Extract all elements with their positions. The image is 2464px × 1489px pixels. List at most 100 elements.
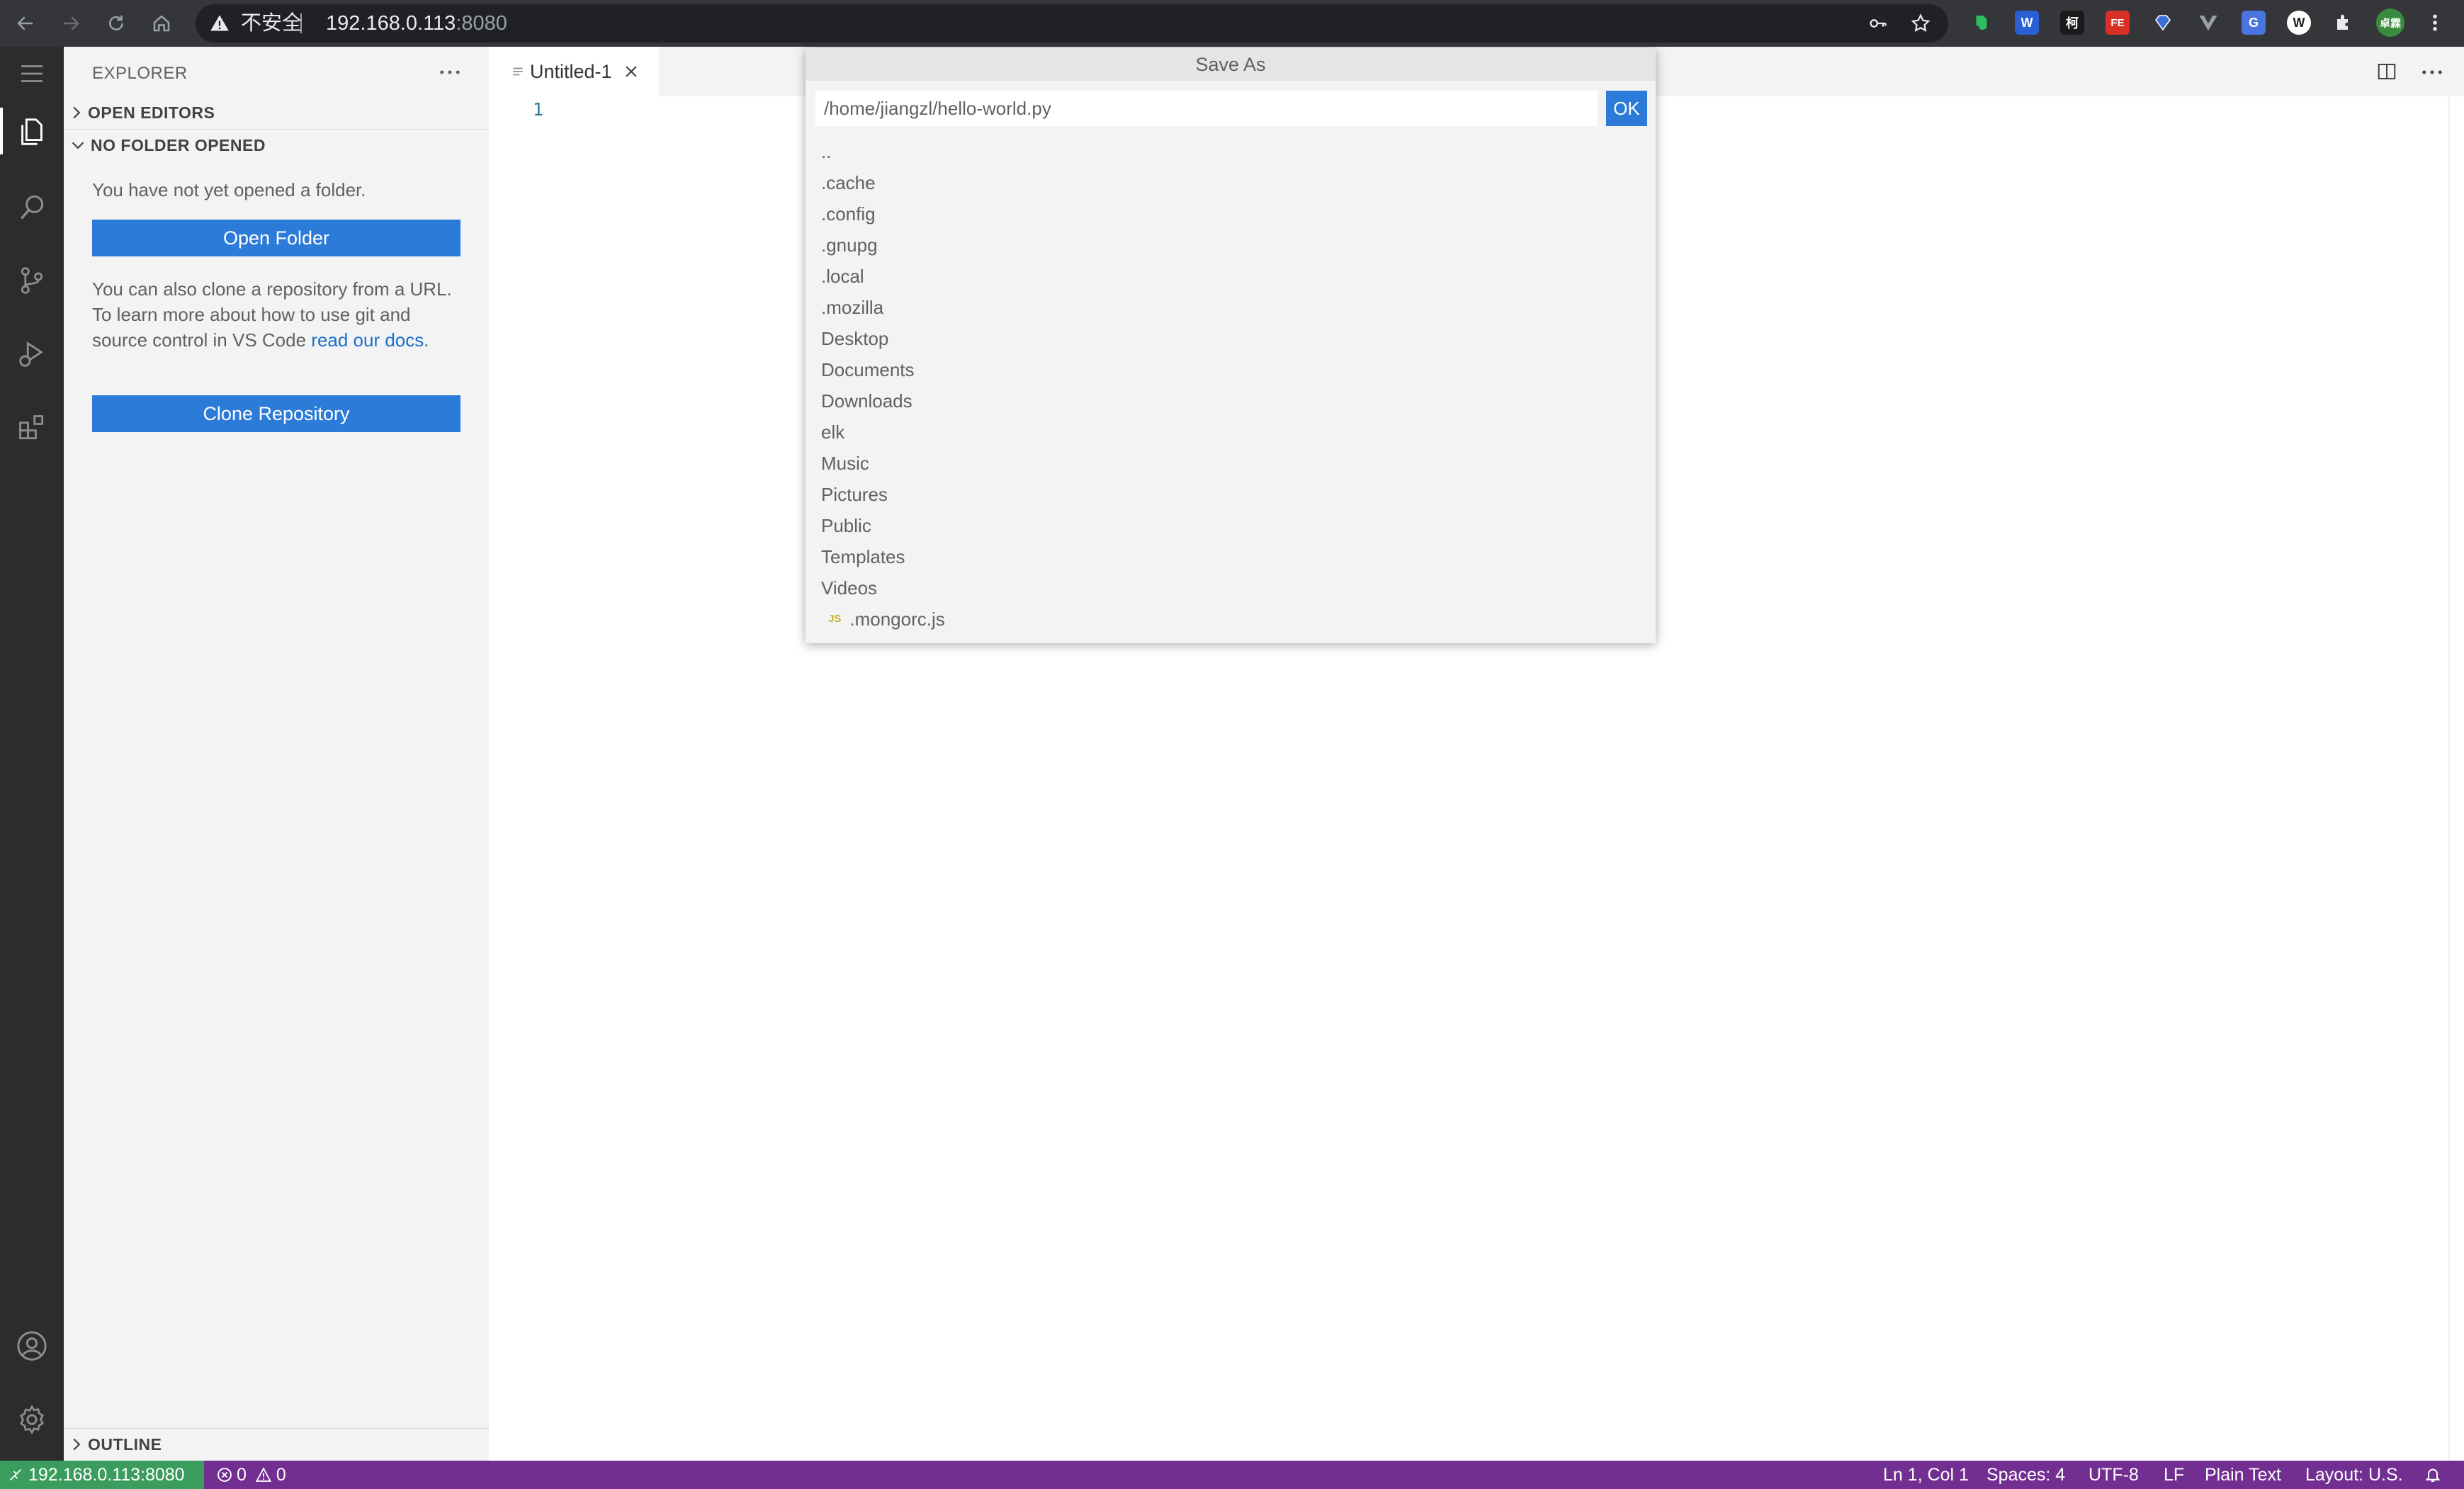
split-editor-icon[interactable]: [2376, 61, 2397, 82]
path-input[interactable]: [815, 91, 1598, 126]
clone-description: You can also clone a repository from a U…: [92, 278, 452, 351]
extension-wappalyzer-icon[interactable]: W: [2287, 11, 2311, 35]
cursor-position[interactable]: Ln 1, Col 1: [1883, 1461, 1969, 1489]
warning-count: 0: [276, 1465, 286, 1485]
sidebar-title: EXPLORER: [92, 64, 188, 83]
reload-button[interactable]: [99, 6, 133, 40]
chevron-right-icon: [73, 106, 81, 119]
status-bar: 192.168.0.113:8080 0 0 Ln 1, Col 1 Space…: [0, 1461, 2464, 1489]
activity-bar: [0, 47, 64, 1461]
list-item[interactable]: .local: [806, 261, 1656, 292]
section-label: NO FOLDER OPENED: [91, 135, 266, 154]
open-folder-button[interactable]: Open Folder: [92, 220, 460, 256]
list-item[interactable]: Pictures: [806, 479, 1656, 510]
scrollbar[interactable]: [2448, 96, 2450, 1461]
list-item[interactable]: .config: [806, 198, 1656, 230]
search-icon[interactable]: [11, 186, 53, 228]
dialog-title: Save As: [806, 48, 1656, 81]
divider: [300, 13, 302, 33]
run-debug-icon[interactable]: [11, 333, 53, 375]
home-icon: [153, 15, 170, 32]
file-name: .mongorc.js: [849, 608, 945, 630]
section-label: OPEN EDITORS: [88, 103, 215, 122]
explorer-files-icon[interactable]: [11, 111, 53, 153]
remote-label: 192.168.0.113:8080: [28, 1464, 185, 1485]
editor-more-icon[interactable]: [2421, 65, 2443, 79]
menu-icon[interactable]: [11, 52, 53, 95]
chevron-right-icon: [73, 1438, 81, 1451]
extension-translate-icon[interactable]: G: [2242, 11, 2266, 35]
more-actions-icon[interactable]: [439, 65, 460, 79]
js-file-icon: JS: [828, 613, 842, 625]
settings-gear-icon[interactable]: [11, 1398, 53, 1441]
arrow-right-icon: [64, 16, 79, 30]
forward-button[interactable]: [54, 6, 88, 40]
list-item[interactable]: Downloads: [806, 385, 1656, 417]
list-item[interactable]: .cache: [806, 167, 1656, 198]
line-number: 1: [533, 99, 544, 120]
list-item[interactable]: Videos: [806, 572, 1656, 604]
read-docs-link[interactable]: read our docs: [311, 329, 424, 351]
encoding[interactable]: UTF-8: [2089, 1461, 2139, 1489]
home-button[interactable]: [145, 6, 179, 40]
url-host: 192.168.0.113: [326, 12, 456, 35]
tab-untitled-1[interactable]: Untitled-1: [489, 47, 659, 96]
list-item[interactable]: .mozilla: [806, 292, 1656, 323]
extension-evernote-icon[interactable]: [1969, 11, 1994, 35]
remote-indicator[interactable]: 192.168.0.113:8080: [0, 1461, 204, 1489]
back-button[interactable]: [9, 6, 43, 40]
section-label: OUTLINE: [88, 1434, 162, 1454]
error-icon: [217, 1468, 232, 1482]
section-no-folder[interactable]: NO FOLDER OPENED: [64, 129, 489, 162]
list-item[interactable]: ..: [806, 136, 1656, 167]
extension-word-icon[interactable]: W: [2015, 11, 2039, 35]
save-as-dialog: Save As OK .. .cache .config .gnupg .loc…: [806, 48, 1656, 643]
security-label[interactable]: 不安全: [241, 4, 303, 43]
list-item-js-file[interactable]: JS .mongorc.js: [806, 604, 1656, 635]
clone-repository-button[interactable]: Clone Repository: [92, 395, 460, 432]
section-outline[interactable]: OUTLINE: [64, 1429, 489, 1460]
list-item[interactable]: Documents: [806, 354, 1656, 385]
arrow-left-icon: [17, 16, 33, 30]
list-item[interactable]: .gnupg: [806, 230, 1656, 261]
extension-fe-icon[interactable]: FE: [2106, 11, 2130, 35]
tab-label: Untitled-1: [530, 60, 612, 82]
extension-gem-icon[interactable]: [2151, 11, 2175, 35]
profile-avatar[interactable]: 卓霖: [2376, 9, 2404, 37]
url-port: :8080: [456, 12, 507, 35]
close-icon[interactable]: [623, 64, 639, 79]
source-control-icon[interactable]: [11, 259, 53, 302]
url-text[interactable]: 192.168.0.113:8080: [326, 4, 507, 43]
text-file-icon: [513, 67, 523, 76]
language-mode[interactable]: Plain Text: [2205, 1461, 2281, 1489]
section-open-editors[interactable]: OPEN EDITORS: [64, 96, 489, 129]
list-item[interactable]: Public: [806, 510, 1656, 541]
list-item[interactable]: Templates: [806, 541, 1656, 572]
active-indicator: [0, 108, 3, 154]
no-folder-message: You have not yet opened a folder.: [92, 179, 366, 200]
ok-button[interactable]: OK: [1606, 91, 1647, 126]
account-icon[interactable]: [11, 1325, 53, 1367]
notifications-bell-icon[interactable]: [2424, 1461, 2441, 1489]
indentation[interactable]: Spaces: 4: [1987, 1461, 2065, 1489]
browser-menu-icon[interactable]: [2423, 11, 2447, 35]
star-icon[interactable]: [1910, 13, 1931, 34]
list-item[interactable]: Desktop: [806, 323, 1656, 354]
reload-icon: [109, 15, 123, 30]
keyboard-layout[interactable]: Layout: U.S.: [2305, 1461, 2403, 1489]
key-icon[interactable]: [1867, 13, 1889, 33]
extensions-icon[interactable]: [11, 407, 53, 449]
error-count: 0: [237, 1465, 247, 1485]
warning-icon: [255, 1467, 272, 1482]
chevron-down-icon: [72, 142, 84, 149]
list-item[interactable]: elk: [806, 417, 1656, 448]
extension-ke-icon[interactable]: 柯: [2060, 11, 2084, 35]
extension-vue-icon[interactable]: [2196, 11, 2220, 35]
address-bar[interactable]: 不安全 192.168.0.113:8080: [196, 4, 1948, 43]
problems-indicator[interactable]: 0 0: [217, 1461, 286, 1489]
list-item[interactable]: Music: [806, 448, 1656, 479]
warning-icon[interactable]: [210, 13, 230, 33]
extensions-puzzle-icon[interactable]: [2332, 11, 2356, 35]
line-ending[interactable]: LF: [2164, 1461, 2184, 1489]
remote-icon: [9, 1468, 22, 1481]
